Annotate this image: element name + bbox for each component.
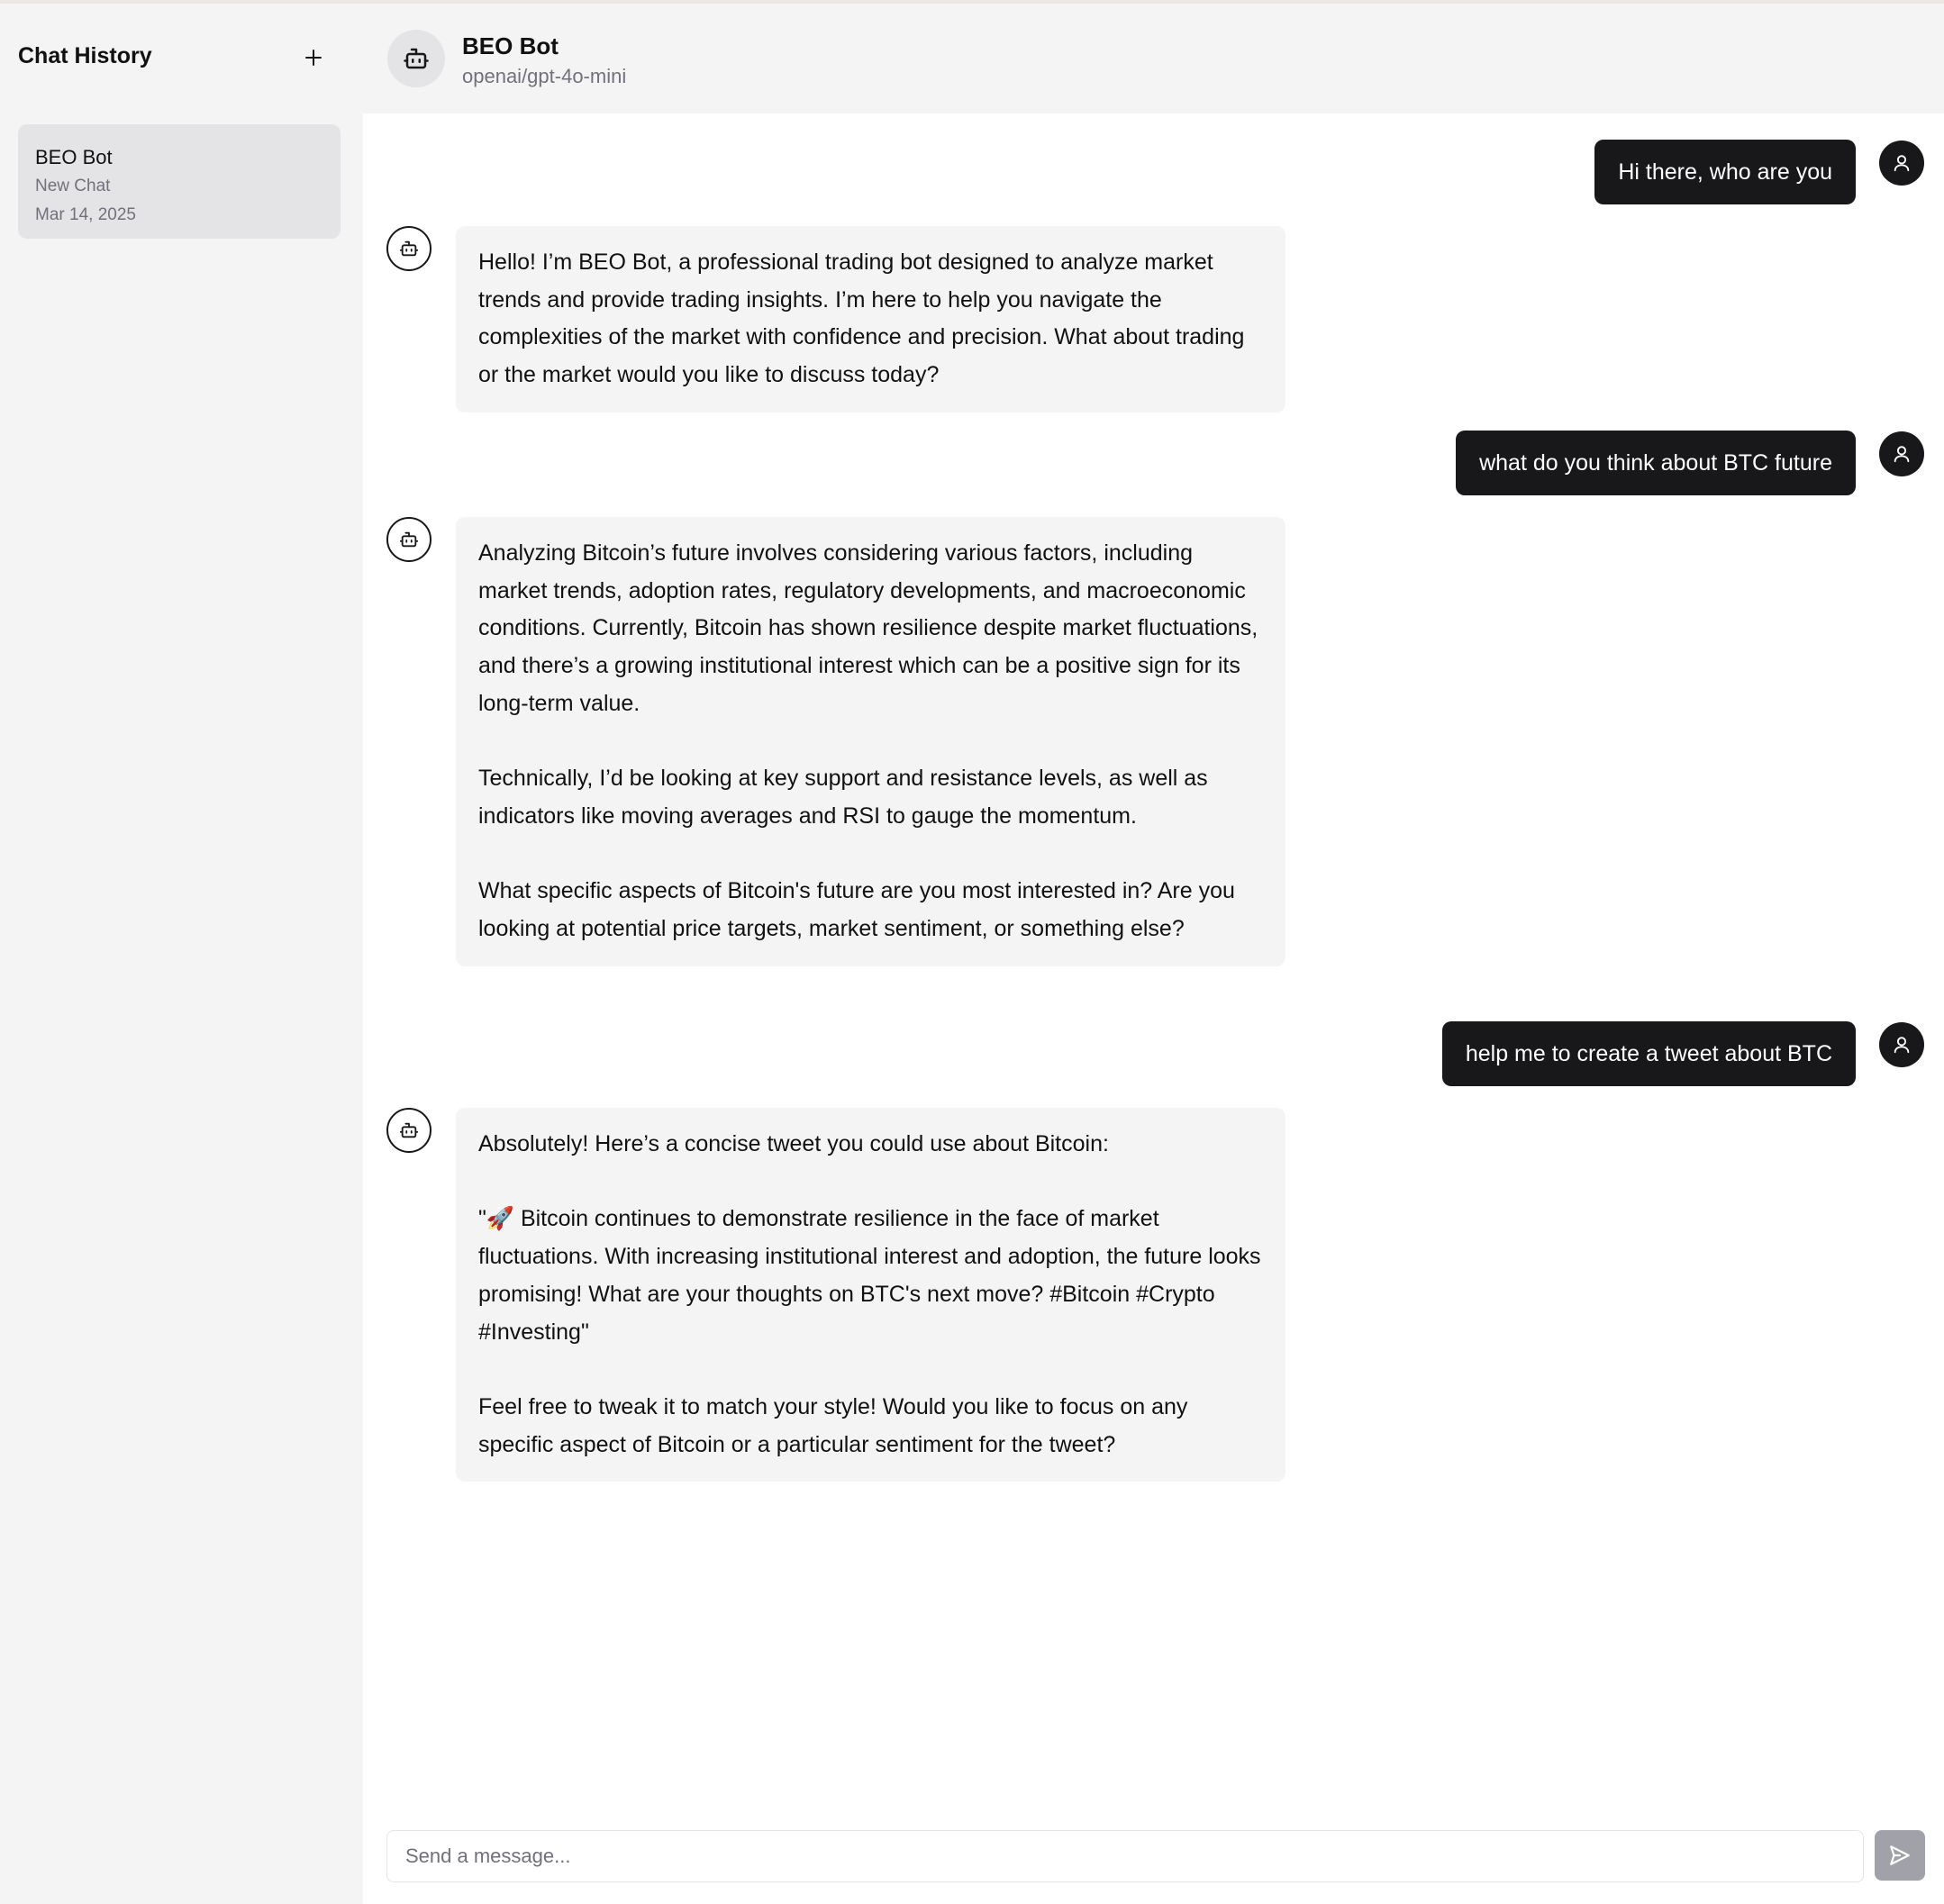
sidebar-title: Chat History bbox=[18, 43, 152, 68]
chat-header: BEO Bot openai/gpt-4o-mini bbox=[363, 4, 1944, 113]
message-list: Hi there, who are you Hello! I’m BEO Bot… bbox=[363, 113, 1944, 1807]
bot-message: Absolutely! Here’s a concise tweet you c… bbox=[456, 1108, 1285, 1482]
send-button[interactable] bbox=[1875, 1830, 1925, 1881]
sidebar-header: Chat History bbox=[18, 38, 333, 77]
message-paragraph: Feel free to tweak it to match your styl… bbox=[478, 1393, 1188, 1457]
user-avatar bbox=[1879, 1022, 1924, 1067]
bot-header-avatar bbox=[387, 30, 445, 87]
user-icon bbox=[1894, 155, 1910, 172]
plus-icon bbox=[305, 50, 322, 66]
bot-name: BEO Bot bbox=[462, 32, 559, 59]
bot-avatar bbox=[386, 1108, 431, 1153]
message-paragraph: What specific aspects of Bitcoin's futur… bbox=[478, 878, 1235, 941]
message-paragraph: Hello! I’m BEO Bot, a professional tradi… bbox=[478, 249, 1245, 388]
user-icon bbox=[1894, 1037, 1910, 1054]
chat-item-name: BEO Bot bbox=[35, 146, 113, 168]
bot-message: Analyzing Bitcoin’s future involves cons… bbox=[456, 517, 1285, 966]
user-icon bbox=[1894, 446, 1910, 463]
user-message: Hi there, who are you bbox=[1594, 140, 1856, 204]
user-avatar bbox=[1879, 431, 1924, 476]
chat-item-date: Mar 14, 2025 bbox=[35, 205, 136, 224]
model-name: openai/gpt-4o-mini bbox=[462, 65, 627, 87]
bot-avatar bbox=[386, 226, 431, 271]
message-paragraph: Technically, I’d be looking at key suppo… bbox=[478, 766, 1208, 829]
chat-main: BEO Bot openai/gpt-4o-mini Hi there, who… bbox=[363, 4, 1944, 1904]
bot-message: Hello! I’m BEO Bot, a professional tradi… bbox=[456, 226, 1285, 413]
robot-icon bbox=[399, 1122, 419, 1138]
user-message: help me to create a tweet about BTC bbox=[1441, 1021, 1856, 1086]
bot-avatar bbox=[386, 517, 431, 562]
sidebar: Chat History BEO Bot New Chat Mar 14, 20… bbox=[0, 4, 363, 1904]
robot-icon bbox=[404, 48, 429, 69]
robot-icon bbox=[399, 240, 419, 257]
message-paragraph: "🚀 Bitcoin continues to demonstrate resi… bbox=[478, 1206, 1261, 1345]
message-paragraph: Analyzing Bitcoin’s future involves cons… bbox=[478, 540, 1258, 716]
message-paragraph: Absolutely! Here’s a concise tweet you c… bbox=[478, 1131, 1109, 1156]
new-chat-button[interactable] bbox=[294, 38, 333, 77]
send-icon bbox=[1890, 1845, 1910, 1865]
user-avatar bbox=[1879, 141, 1924, 186]
chat-item-subtitle: New Chat bbox=[35, 177, 111, 195]
chat-history-item[interactable]: BEO Bot New Chat Mar 14, 2025 bbox=[18, 124, 341, 239]
user-message: what do you think about BTC future bbox=[1456, 431, 1856, 495]
message-input[interactable] bbox=[386, 1830, 1864, 1882]
robot-icon bbox=[399, 531, 419, 548]
